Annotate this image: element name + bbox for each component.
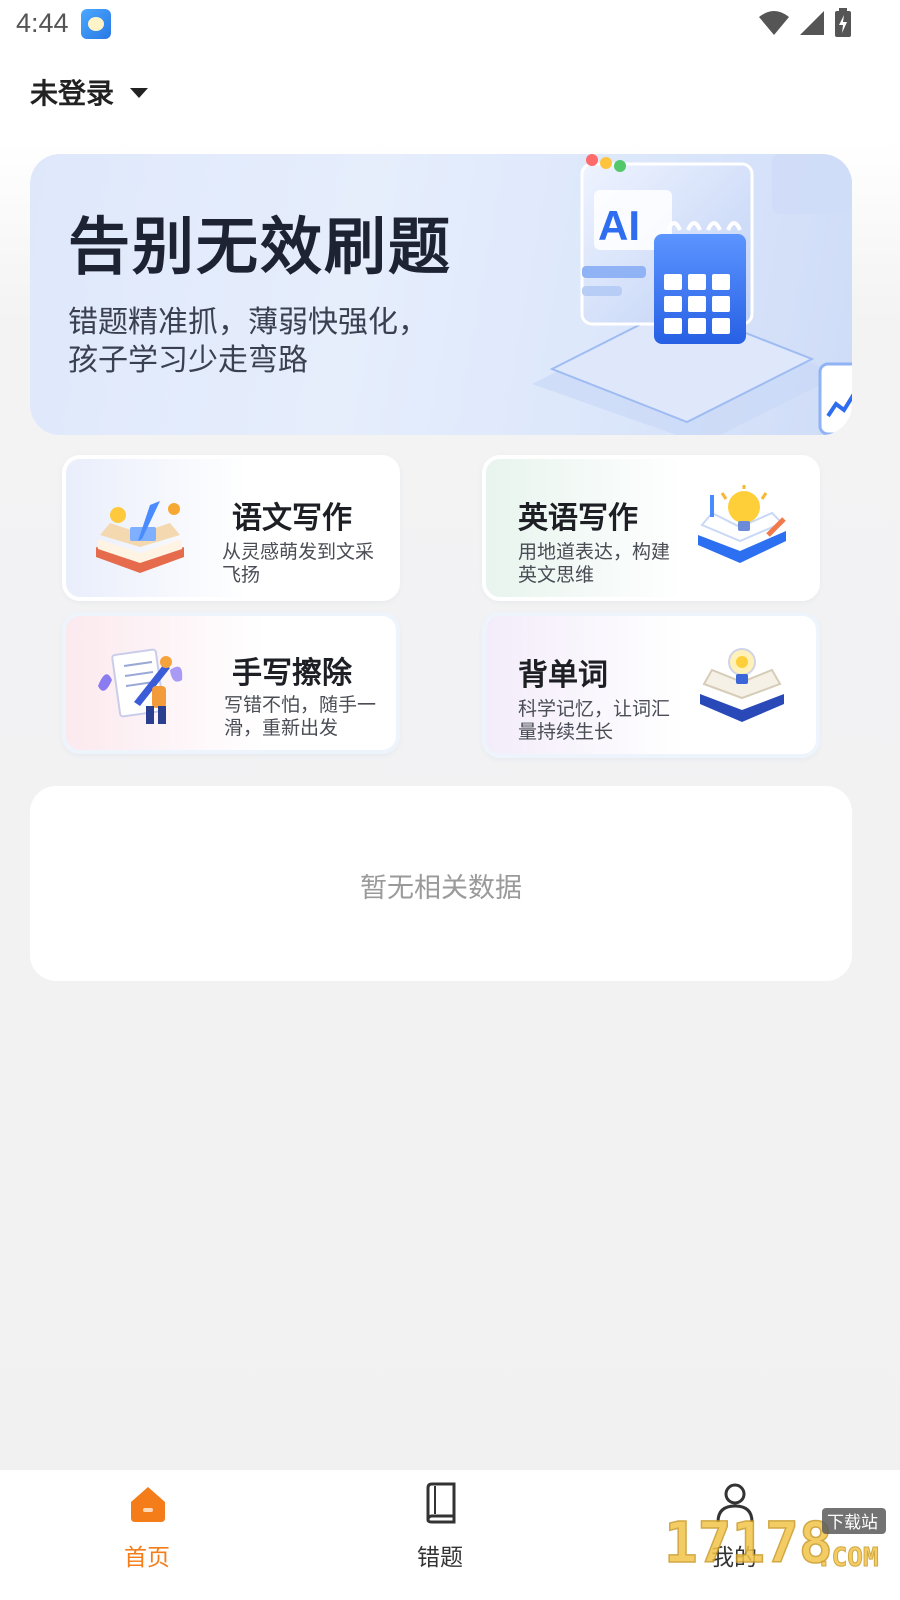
lightbulb-book-icon xyxy=(698,485,786,563)
battery-charging-icon xyxy=(835,8,851,37)
banner-illustration: AI xyxy=(532,154,852,435)
banner-title: 告别无效刷题 xyxy=(68,210,453,283)
banner-subtitle-line2: 孩子学习少走弯路 xyxy=(68,343,308,378)
nav-item-mistakes[interactable]: 错题 xyxy=(380,1482,500,1571)
feature-vocabulary[interactable]: 背单词 科学记忆，让词汇量持续生长 xyxy=(482,612,820,758)
promo-banner[interactable]: 告别无效刷题 错题精准抓，薄弱快强化， 孩子学习少走弯路 AI xyxy=(30,154,852,435)
caret-down-icon xyxy=(130,88,149,98)
handwriting-pen-icon xyxy=(98,648,183,724)
status-bar: 4:44 xyxy=(0,0,900,46)
watermark-number: 17178 xyxy=(664,1511,833,1570)
site-watermark: 17178 下载站 .COM xyxy=(664,1508,886,1570)
book-lightbulb-icon xyxy=(700,648,784,722)
records-panel: 暂无相关数据 xyxy=(30,786,852,981)
book-icon xyxy=(426,1482,456,1524)
feature-description: 科学记忆，让词汇量持续生长 xyxy=(518,698,671,743)
feature-title: 英语写作 xyxy=(518,501,638,536)
watermark-sub: 下载站 xyxy=(827,1513,878,1533)
nav-label: 首页 xyxy=(124,1545,170,1571)
open-book-pen-icon xyxy=(96,501,184,573)
status-indicators xyxy=(758,8,852,38)
feature-handwriting-erase[interactable]: 手写擦除 写错不怕，随手一滑，重新出发 xyxy=(62,612,400,754)
feature-title: 语文写作 xyxy=(232,501,352,536)
status-time: 4:44 xyxy=(16,8,69,38)
empty-state-text: 暂无相关数据 xyxy=(360,873,522,904)
banner-ai-text: AI xyxy=(598,202,640,249)
app-screen: 4:44 未登录 告别无效刷题 错题精准抓，薄弱快强化， 孩子学习少走弯路 AI… xyxy=(0,0,900,1600)
feature-description: 写错不怕，随手一滑，重新出发 xyxy=(224,694,377,739)
app-notification-icon xyxy=(81,9,111,39)
wifi-icon xyxy=(759,11,789,35)
nav-item-home[interactable]: 首页 xyxy=(87,1482,207,1571)
banner-subtitle: 错题精准抓，薄弱快强化， 孩子学习少走弯路 xyxy=(68,304,428,380)
home-icon xyxy=(131,1487,165,1522)
login-selector[interactable]: 未登录 xyxy=(30,72,149,112)
feature-description: 从灵感萌发到文采飞扬 xyxy=(222,541,375,586)
banner-subtitle-line1: 错题精准抓，薄弱快强化， xyxy=(68,305,428,340)
feature-chinese-writing[interactable]: 语文写作 从灵感萌发到文采飞扬 xyxy=(62,455,400,601)
feature-english-writing[interactable]: 英语写作 用地道表达，构建英文思维 xyxy=(482,455,820,601)
watermark-domain: .COM xyxy=(816,1543,879,1570)
login-status-label: 未登录 xyxy=(30,77,115,110)
feature-title: 背单词 xyxy=(518,658,608,693)
feature-title: 手写擦除 xyxy=(232,656,352,691)
nav-label: 错题 xyxy=(417,1545,463,1571)
feature-description: 用地道表达，构建英文思维 xyxy=(518,541,671,586)
signal-icon xyxy=(800,11,824,35)
